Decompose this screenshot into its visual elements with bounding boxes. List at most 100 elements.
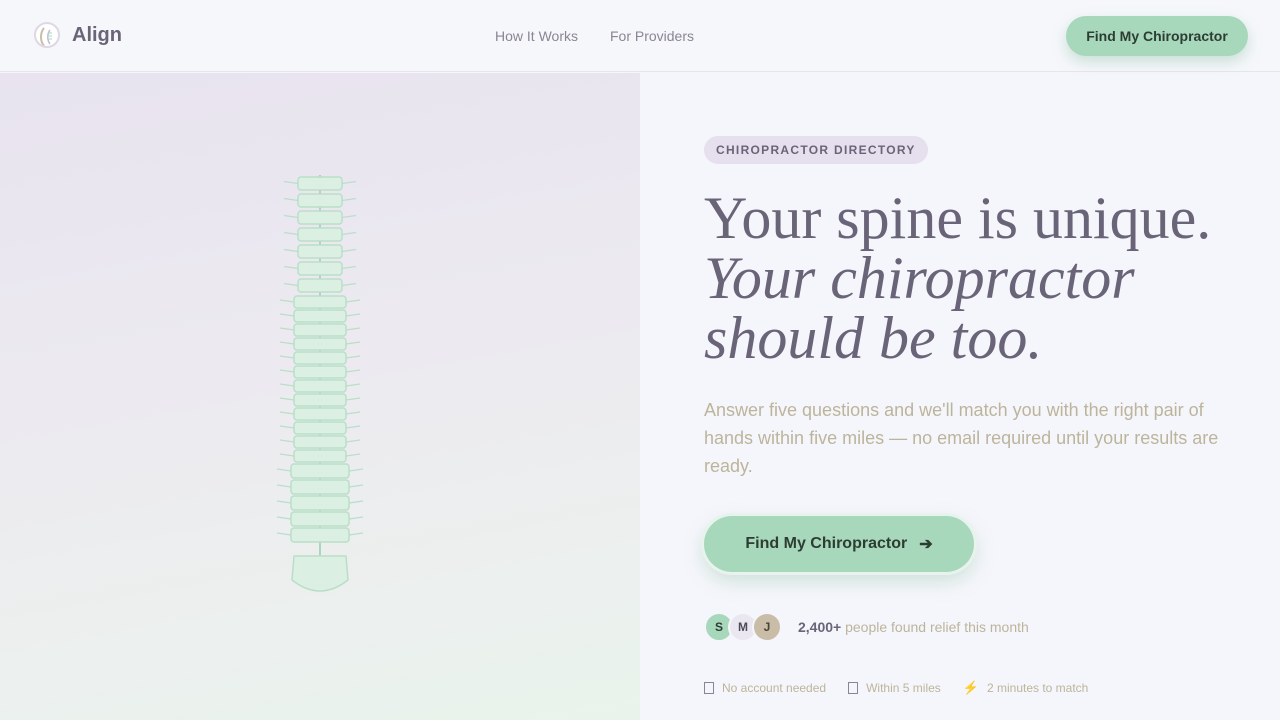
vertebra [290,527,350,543]
avatar-group: S M J [704,612,782,642]
badge-no-account: No account needed [704,680,826,696]
vertebra [297,278,343,293]
rib-left [279,327,295,331]
rib-right [341,231,357,236]
rib-left [276,484,292,488]
vertebra [297,210,343,225]
brand[interactable]: Align [34,22,122,48]
vertebra [293,295,347,309]
headline-line-3: should be too. [704,305,1043,371]
rib-left [283,231,299,236]
brand-name: Align [72,23,122,46]
rib-right [345,327,361,331]
vertebra [297,193,343,208]
spine-illustration [276,175,364,592]
vertebra [297,176,343,191]
eyebrow-badge: CHIROPRACTOR DIRECTORY [704,136,928,164]
rib-right [345,313,361,317]
rib-left [279,411,295,415]
rib-right [341,197,357,202]
rib-left [279,369,295,373]
hero-find-chiropractor-button[interactable]: Find My Chiropractor ➔ [704,516,974,572]
top-nav: Align How It Works For Providers Find My… [0,0,1280,72]
rib-left [276,500,292,504]
vertebra [290,495,350,511]
rib-right [345,369,361,373]
hero-cta-label: Find My Chiropractor [745,535,908,552]
rib-left [283,197,299,202]
hero-visual-panel [0,73,640,720]
badge-label: Within 5 miles [866,681,941,695]
vertebra [290,479,350,495]
badge-2-minutes: ⚡ 2 minutes to match [963,680,1089,696]
rib-right [341,180,357,185]
rib-left [279,439,295,443]
rib-left [283,265,299,270]
vertebra [293,421,347,435]
vertebra [293,393,347,407]
proof-label: people found relief this month [845,619,1029,635]
rib-left [279,299,295,303]
vertebra [293,435,347,449]
vertebra [293,449,347,463]
rib-right [345,355,361,359]
rib-right [345,341,361,345]
rib-left [279,355,295,359]
rib-right [348,532,364,536]
vertebra [297,261,343,276]
rib-right [341,248,357,253]
rib-right [345,397,361,401]
rib-left [279,383,295,387]
vertebra [290,511,350,527]
rib-right [345,383,361,387]
badge-within-5-miles: Within 5 miles [848,680,941,696]
vertebra [290,463,350,479]
logo-icon [34,22,60,48]
rib-right [341,282,357,287]
social-proof: S M J 2,400+ people found relief this mo… [704,612,1029,642]
nav-links: How It Works For Providers [495,28,694,44]
nav-find-chiropractor-button[interactable]: Find My Chiropractor [1066,16,1248,56]
rib-right [345,425,361,429]
vertebra [293,379,347,393]
nav-link-for-providers[interactable]: For Providers [610,28,694,44]
headline-line-2: Your chiropractor [704,245,1135,311]
trust-badges: No account needed Within 5 miles ⚡ 2 min… [704,680,1088,696]
rib-left [279,341,295,345]
rib-right [348,468,364,472]
proof-count: 2,400+ [798,619,842,635]
rib-left [283,282,299,287]
hero-headline: Your spine is unique. Your chiropractor … [704,188,1244,368]
rib-right [345,411,361,415]
location-icon [848,682,859,694]
nav-link-how-it-works[interactable]: How It Works [495,28,578,44]
badge-label: 2 minutes to match [986,681,1089,695]
vertebra [297,227,343,242]
rib-left [279,453,295,457]
hero-content: CHIROPRACTOR DIRECTORY Your spine is uni… [704,136,1244,695]
hero-subtitle: Answer five questions and we'll match yo… [704,400,1219,476]
vertebra [293,365,347,379]
vertebra [293,323,347,337]
rib-left [276,516,292,520]
rib-right [345,299,361,303]
rib-left [276,532,292,536]
rib-left [283,180,299,185]
vertebra [297,244,343,259]
rib-right [341,265,357,270]
vertebra [293,351,347,365]
rib-right [345,439,361,443]
headline-line-1: Your spine is unique. [704,185,1212,251]
arrow-right-icon: ➔ [919,536,933,553]
rib-left [279,313,295,317]
bolt-icon: ⚡ [962,680,979,695]
sacrum [291,555,349,592]
vertebra [293,309,347,323]
rib-left [279,425,295,429]
rib-right [348,500,364,504]
rib-right [341,214,357,219]
badge-label: No account needed [722,681,827,695]
rib-right [348,484,364,488]
rib-right [345,453,361,457]
rib-left [279,397,295,401]
